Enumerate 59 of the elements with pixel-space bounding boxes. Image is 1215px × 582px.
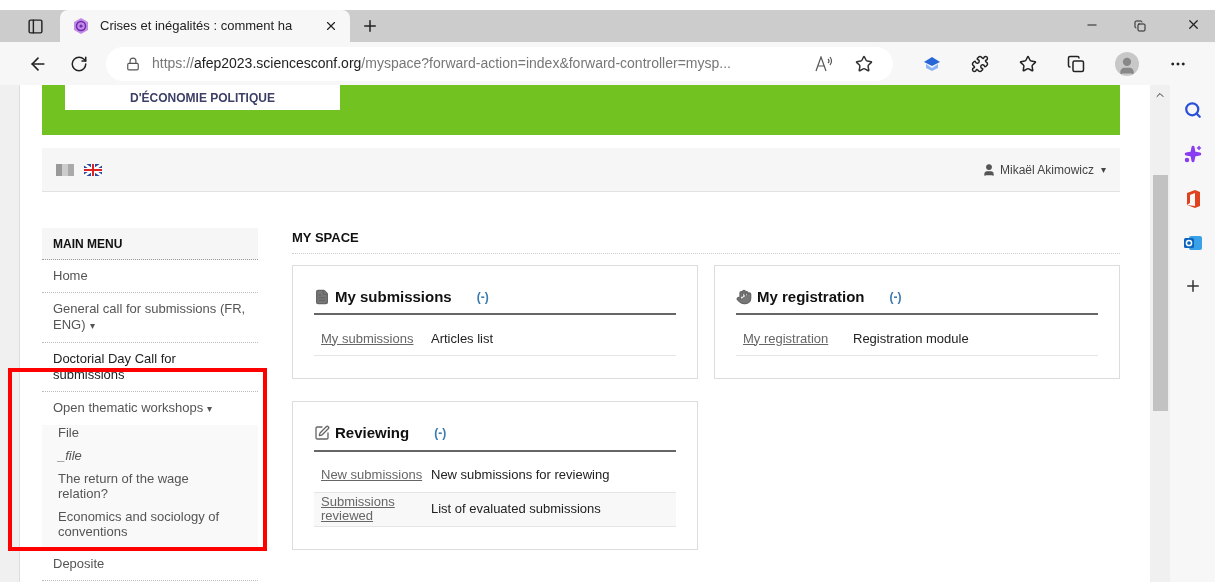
french-flag-icon[interactable]: [56, 163, 74, 176]
profile-avatar[interactable]: [1115, 51, 1140, 76]
favorite-add-icon[interactable]: [855, 54, 874, 73]
panel-title: My submissions: [335, 286, 452, 307]
menu-item[interactable]: Deposite: [42, 548, 258, 580]
favorites-icon[interactable]: [1019, 54, 1038, 73]
close-window-icon[interactable]: [1186, 17, 1201, 32]
collapse-link[interactable]: (-): [889, 287, 902, 306]
collapse-link[interactable]: (-): [434, 424, 447, 443]
address-bar[interactable]: https://afep2023.sciencesconf.org/myspace?forward-action=index&forward-controller=mysp...: [105, 46, 894, 81]
table-cell-text: Articles list: [431, 329, 494, 348]
hand-icon: [736, 288, 752, 305]
panel-title: Reviewing: [335, 423, 410, 443]
collapse-link[interactable]: (-): [476, 287, 489, 306]
scrollbar-thumb[interactable]: [1152, 175, 1168, 411]
new-tab-icon[interactable]: [361, 17, 379, 35]
mail-app-icon[interactable]: [1183, 235, 1202, 251]
table-cell-text: Registration module: [853, 329, 969, 348]
table-link[interactable]: New submissions: [314, 468, 431, 482]
user-icon: [981, 162, 996, 177]
collections-icon[interactable]: [1067, 54, 1086, 73]
table-link[interactable]: My registration: [736, 331, 853, 346]
menu-item[interactable]: Open thematic workshops ▾: [42, 392, 258, 425]
submenu-item[interactable]: Economics and sociology of conventions: [58, 509, 242, 539]
menu-header: MAIN MENU: [42, 228, 258, 260]
lock-icon: [125, 56, 140, 71]
user-name: Mikaël Akimowicz: [999, 161, 1094, 179]
browser-tab[interactable]: Crises et inégalités : comment ha: [60, 10, 350, 42]
table-cell-text: New submissions for reviewing: [431, 466, 610, 485]
site-logo: D'ÉCONOMIE POLITIQUE: [65, 85, 340, 110]
submenu-item[interactable]: File: [58, 425, 242, 440]
submenu-item[interactable]: _file: [58, 448, 242, 463]
tab-actions-icon[interactable]: [26, 17, 44, 35]
url-text: https://afep2023.sciencesconf.org/myspace?forward-action=index&forward-controller=mysp...: [151, 54, 732, 73]
submenu-item[interactable]: The return of the wage relation?: [58, 471, 242, 501]
edit-icon: [314, 425, 330, 442]
tab-title: Crises et inégalités : comment ha: [100, 17, 294, 36]
section-title: MY SPACE: [292, 228, 1120, 254]
dropdown-caret: ▾: [1101, 163, 1106, 177]
search-icon[interactable]: [1183, 101, 1202, 119]
office-icon[interactable]: [1184, 189, 1201, 209]
read-aloud-icon[interactable]: [815, 55, 834, 72]
shield-icon[interactable]: [923, 55, 942, 72]
restore-icon[interactable]: [1134, 20, 1146, 32]
panel-title: My registration: [757, 286, 865, 307]
table-cell-text: List of evaluated submissions: [431, 500, 601, 519]
document-icon: [314, 288, 330, 305]
sparkle-icon[interactable]: [1183, 145, 1202, 163]
british-flag-icon[interactable]: [84, 163, 102, 176]
table-link[interactable]: My submissions: [314, 331, 431, 346]
menu-item[interactable]: General call for submissions (FR, ENG) ▾: [42, 293, 258, 342]
close-icon[interactable]: [324, 19, 338, 33]
user-menu[interactable]: Mikaël Akimowicz ▾: [981, 160, 1106, 179]
reload-icon[interactable]: [70, 54, 88, 73]
extensions-icon[interactable]: [971, 54, 990, 73]
site-logo-icon: [72, 17, 90, 35]
menu-item[interactable]: Doctorial Day Call for submissions: [42, 343, 258, 391]
table-link[interactable]: Submissions reviewed: [314, 495, 431, 523]
menu-item[interactable]: Home: [42, 260, 258, 292]
